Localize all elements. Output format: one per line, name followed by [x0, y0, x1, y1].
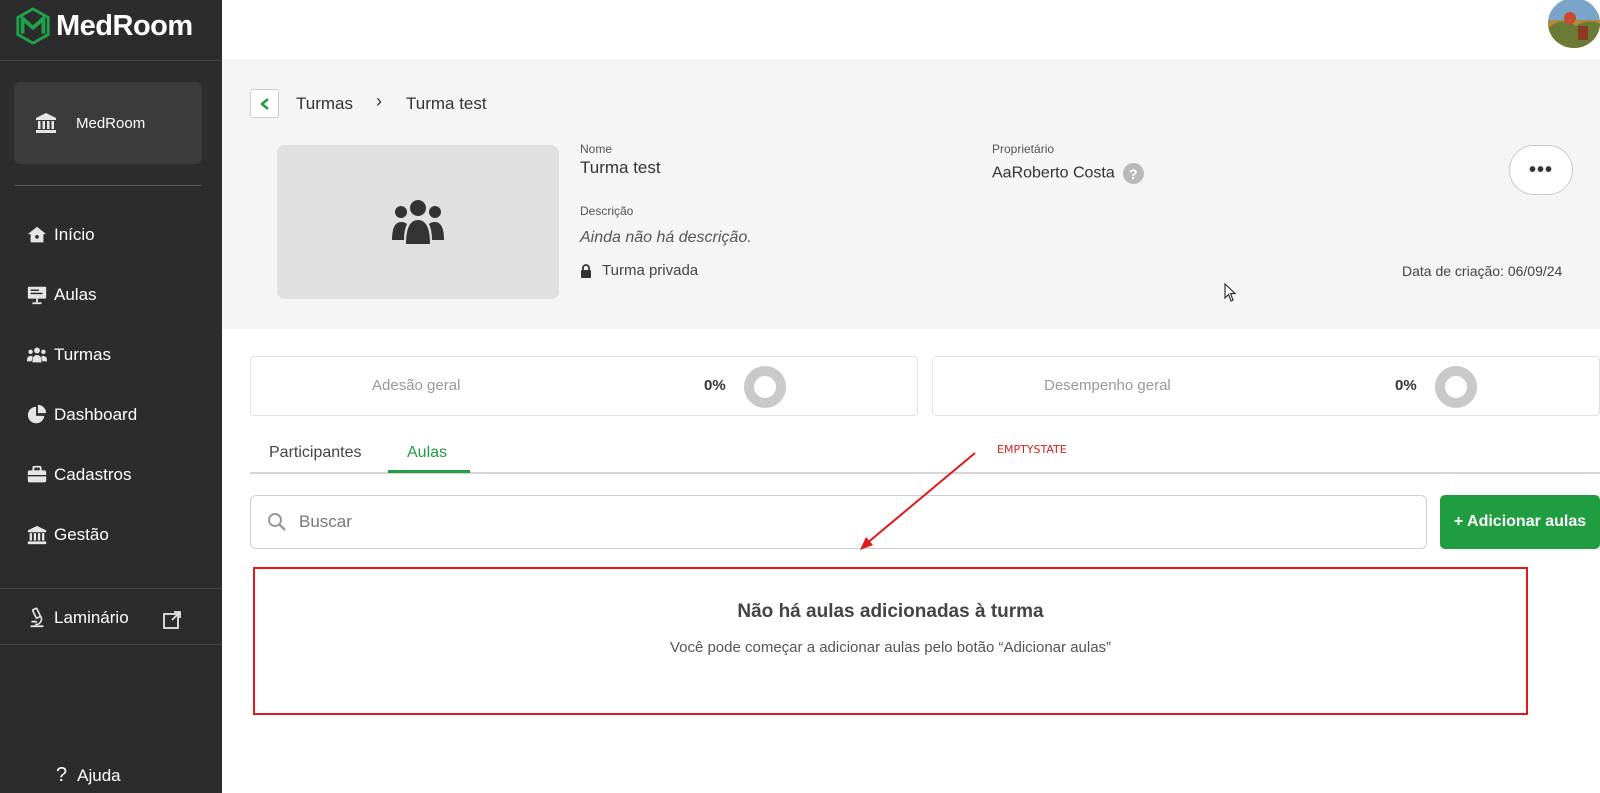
brand-logo[interactable]: MedRoom — [14, 4, 193, 48]
sidebar-item-label: Laminário — [54, 608, 129, 627]
sidebar-item-inicio[interactable]: Início — [26, 220, 95, 250]
sidebar-divider — [0, 588, 222, 589]
organization-name: MedRoom — [76, 114, 146, 132]
sidebar-item-turmas[interactable]: Turmas — [26, 340, 111, 370]
adhesion-value: 0% — [704, 377, 726, 394]
class-description: Ainda não há descrição. — [580, 229, 752, 246]
breadcrumb-turmas[interactable]: Turmas — [296, 94, 353, 114]
adhesion-label: Adesão geral — [372, 377, 461, 394]
institution-icon — [27, 525, 47, 545]
tab-active-indicator — [388, 470, 470, 473]
owner-value: AaRoberto Costa? — [992, 163, 1144, 184]
briefcase-icon — [27, 465, 47, 483]
creation-date: Data de criação: 06/09/24 — [1402, 263, 1563, 279]
sidebar-divider — [14, 185, 202, 186]
sidebar-item-label: Dashboard — [54, 405, 138, 424]
sidebar-item-gestao[interactable]: Gestão — [26, 520, 109, 550]
empty-state: Não há aulas adicionadas à turma Você po… — [253, 567, 1528, 715]
pie-chart-icon — [27, 404, 47, 424]
empty-state-subtitle: Você pode começar a adicionar aulas pelo… — [669, 639, 1112, 656]
external-link-icon[interactable] — [162, 610, 182, 630]
adhesion-card: Adesão geral 0% — [250, 356, 918, 416]
home-icon — [27, 226, 47, 243]
empty-state-title: Não há aulas adicionadas à turma — [737, 601, 1044, 622]
top-bar — [222, 0, 1600, 61]
class-thumbnail — [277, 145, 559, 299]
help-label: Ajuda — [77, 765, 121, 785]
users-icon — [26, 347, 48, 363]
privacy-label: Turma privada — [602, 262, 699, 279]
sidebar-item-label: Cadastros — [54, 465, 132, 484]
help-link[interactable]: ? Ajuda — [56, 764, 121, 787]
class-detail-panel: Turmas › Turma test Nome Turma test Desc… — [222, 61, 1600, 329]
institution-icon — [36, 113, 56, 133]
breadcrumb-current: Turma test — [406, 94, 487, 113]
name-label: Nome — [580, 142, 613, 156]
privacy-status: Turma privada — [580, 262, 698, 279]
tab-participantes[interactable]: Participantes — [269, 444, 362, 462]
annotation-label: EMPTYSTATE — [997, 443, 1067, 456]
adhesion-donut — [744, 366, 786, 408]
sidebar-item-label: Gestão — [54, 525, 109, 544]
sidebar-item-label: Aulas — [54, 285, 97, 304]
lock-icon — [581, 263, 591, 278]
class-name: Turma test — [580, 158, 661, 177]
presentation-icon — [27, 286, 47, 305]
performance-value: 0% — [1395, 377, 1417, 394]
sidebar-item-dashboard[interactable]: Dashboard — [26, 400, 137, 430]
search-input[interactable] — [299, 512, 1399, 532]
brand-name: MedRoom — [56, 9, 193, 42]
sidebar-divider — [0, 644, 222, 645]
avatar-image — [1548, 0, 1600, 48]
performance-donut — [1435, 366, 1477, 408]
sidebar-item-aulas[interactable]: Aulas — [26, 280, 97, 310]
add-lessons-button[interactable]: + Adicionar aulas — [1440, 495, 1600, 549]
help-icon[interactable]: ? — [1122, 163, 1144, 184]
breadcrumb-chevron-icon: › — [376, 91, 382, 111]
organization-switcher[interactable]: MedRoom — [14, 82, 202, 164]
sidebar-item-laminario[interactable]: Laminário — [26, 603, 129, 633]
owner-label: Proprietário — [992, 142, 1055, 156]
search-box — [250, 495, 1427, 549]
back-button[interactable] — [250, 89, 279, 118]
description-label: Descrição — [580, 204, 634, 218]
sidebar-item-label: Início — [54, 225, 95, 244]
tab-aulas[interactable]: Aulas — [407, 444, 447, 462]
logo-icon — [16, 7, 50, 45]
performance-card: Desempenho geral 0% — [932, 356, 1600, 416]
search-icon — [268, 513, 286, 531]
mouse-cursor-icon — [1224, 283, 1237, 302]
sidebar-item-cadastros[interactable]: Cadastros — [26, 460, 131, 490]
avatar[interactable] — [1548, 0, 1600, 48]
microscope-icon — [30, 607, 44, 628]
sidebar-divider — [0, 60, 222, 61]
sidebar-item-label: Turmas — [54, 345, 111, 364]
users-icon — [392, 200, 444, 244]
performance-label: Desempenho geral — [1044, 377, 1171, 394]
sidebar: MedRoom MedRoom Início Aulas Turmas Dash… — [0, 0, 222, 793]
more-options-button[interactable]: ••• — [1509, 145, 1573, 195]
owner-name: AaRoberto Costa — [992, 164, 1115, 182]
chevron-left-icon — [259, 97, 269, 110]
question-icon: ? — [56, 764, 68, 786]
